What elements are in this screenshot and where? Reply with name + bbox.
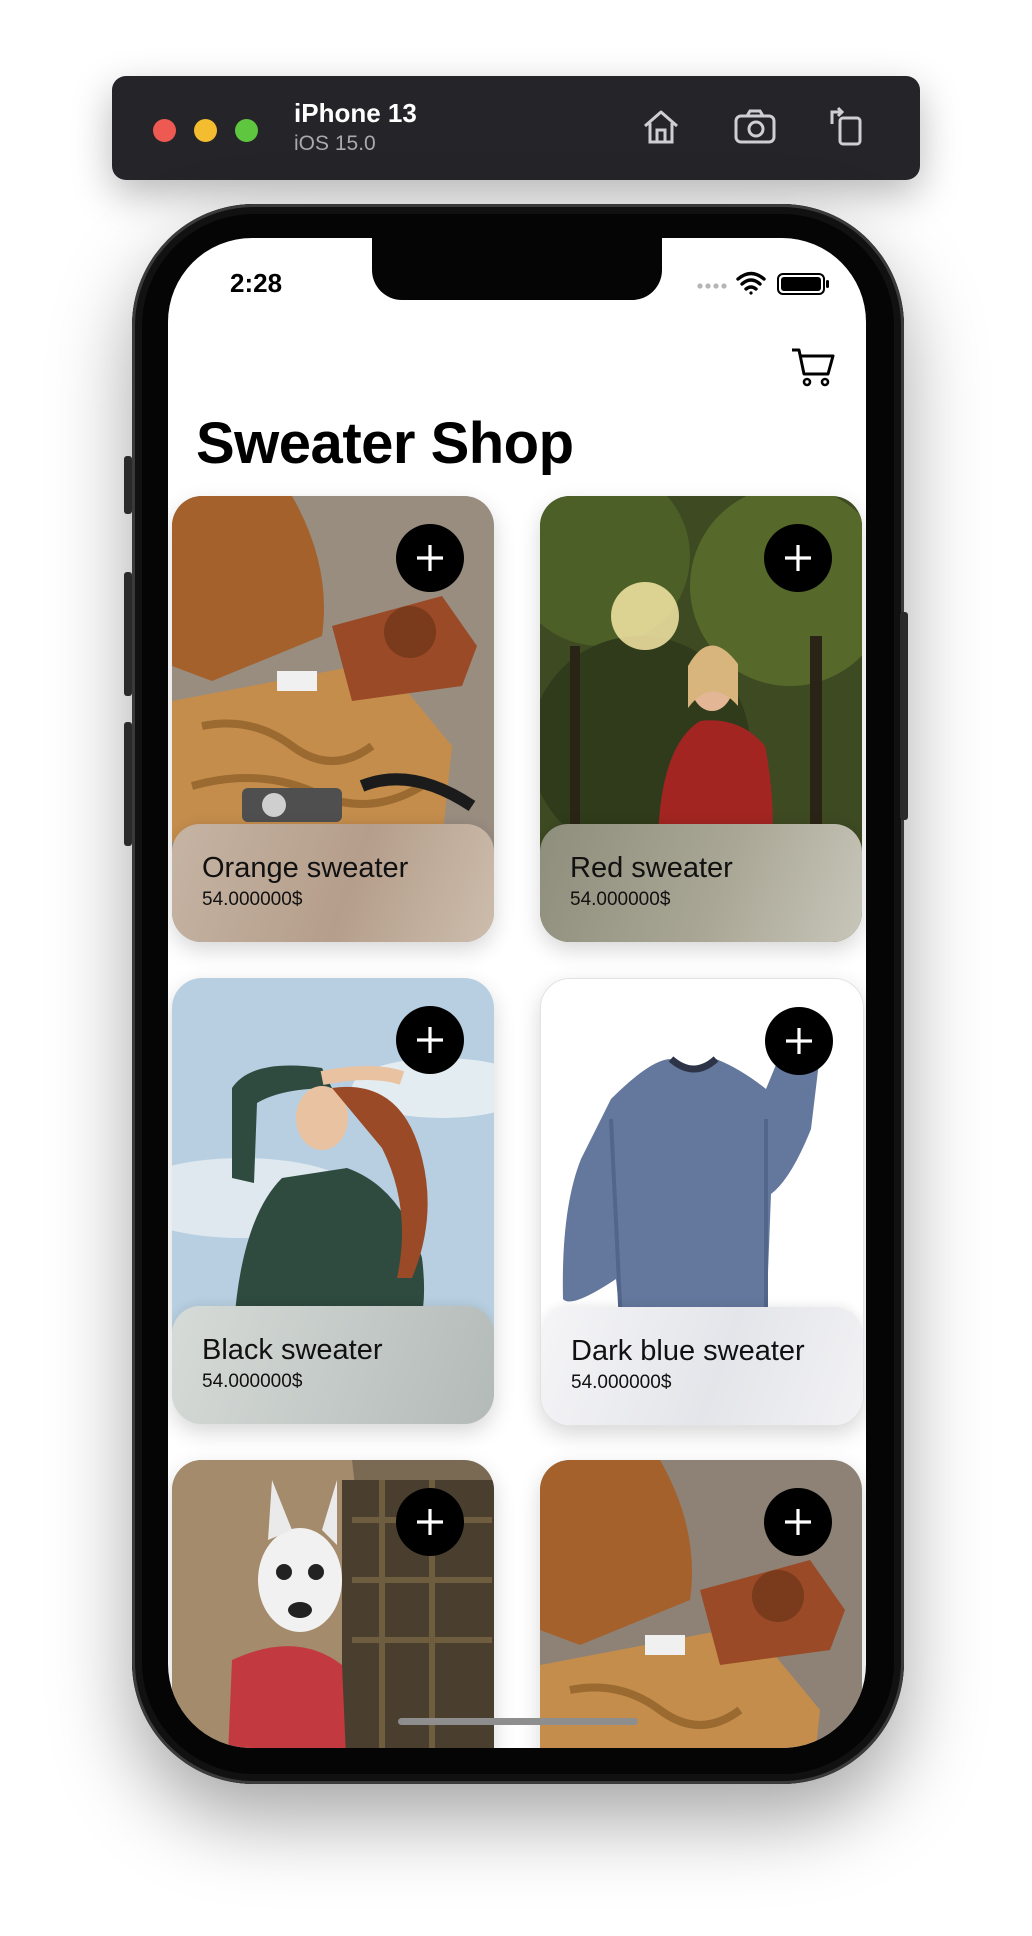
battery-icon xyxy=(777,273,829,295)
product-name: Dark blue sweater xyxy=(571,1335,805,1367)
status-time: 2:28 xyxy=(230,268,283,298)
plus-icon xyxy=(417,1027,443,1053)
volume-down-button xyxy=(124,722,132,846)
notch xyxy=(372,238,662,300)
mute-switch xyxy=(124,456,132,514)
product-card[interactable]: Red sweater 54.000000$ xyxy=(540,496,862,942)
add-to-cart-button[interactable] xyxy=(396,524,464,592)
close-window-button[interactable] xyxy=(153,119,176,142)
device-name: iPhone 13 xyxy=(294,98,417,128)
plus-icon xyxy=(785,545,811,571)
product-price: 54.000000$ xyxy=(202,1371,303,1392)
plus-icon xyxy=(417,545,443,571)
product-card[interactable] xyxy=(172,1460,494,1748)
page-title: Sweater Shop xyxy=(196,411,574,476)
product-price: 54.000000$ xyxy=(202,889,303,910)
minimize-window-button[interactable] xyxy=(194,119,217,142)
plus-icon xyxy=(786,1028,812,1054)
status-icons xyxy=(697,271,829,295)
rotate-icon[interactable] xyxy=(824,104,870,150)
simulator-title-bar: iPhone 13 iOS 15.0 xyxy=(112,76,920,180)
product-card[interactable]: Dark blue sweater 54.000000$ xyxy=(540,978,864,1426)
product-info: Dark blue sweater 54.000000$ xyxy=(541,1307,863,1425)
product-name: Black sweater xyxy=(202,1334,383,1366)
product-info: Black sweater 54.000000$ xyxy=(172,1306,494,1424)
product-name: Orange sweater xyxy=(202,852,409,884)
home-icon[interactable] xyxy=(638,104,684,150)
add-to-cart-button[interactable] xyxy=(764,1488,832,1556)
add-to-cart-button[interactable] xyxy=(765,1007,833,1075)
wifi-icon xyxy=(736,271,766,295)
cart-icon[interactable] xyxy=(790,346,836,388)
signal-dots-icon xyxy=(697,283,727,289)
product-card[interactable] xyxy=(540,1460,862,1748)
phone-screen: 2:28 Sweater Shop Orange sweater 54.0000… xyxy=(168,238,866,1748)
add-to-cart-button[interactable] xyxy=(396,1488,464,1556)
product-card[interactable]: Orange sweater 54.000000$ xyxy=(172,496,494,942)
add-to-cart-button[interactable] xyxy=(764,524,832,592)
product-name: Red sweater xyxy=(570,852,733,884)
plus-icon xyxy=(417,1509,443,1535)
product-price: 54.000000$ xyxy=(570,889,671,910)
volume-up-button xyxy=(124,572,132,696)
home-indicator[interactable] xyxy=(398,1718,638,1725)
product-price: 54.000000$ xyxy=(571,1372,672,1393)
product-info: Orange sweater 54.000000$ xyxy=(172,824,494,942)
zoom-window-button[interactable] xyxy=(235,119,258,142)
add-to-cart-button[interactable] xyxy=(396,1006,464,1074)
screenshot-icon[interactable] xyxy=(732,104,778,150)
product-card[interactable]: Black sweater 54.000000$ xyxy=(172,978,494,1424)
plus-icon xyxy=(785,1509,811,1535)
os-version: iOS 15.0 xyxy=(294,132,376,155)
product-info: Red sweater 54.000000$ xyxy=(540,824,862,942)
power-button xyxy=(900,612,908,820)
